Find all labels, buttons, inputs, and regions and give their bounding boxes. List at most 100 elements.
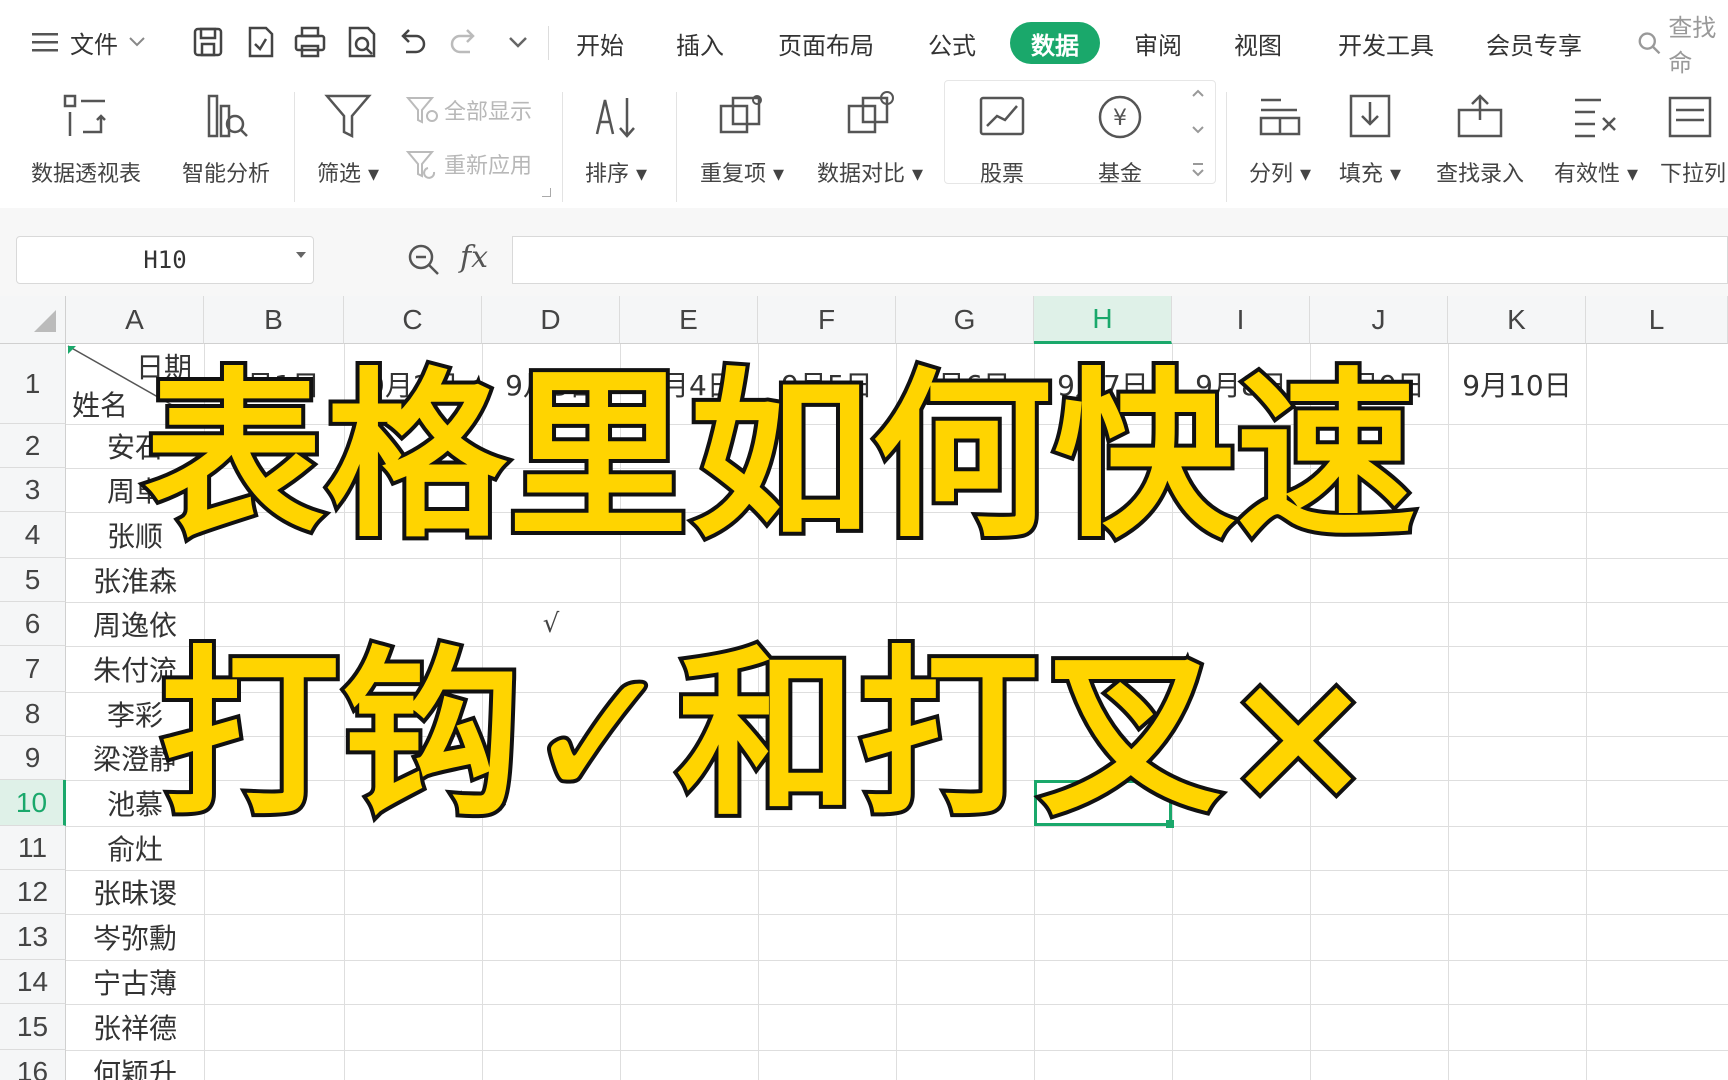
row-header-11[interactable]: 11: [0, 826, 66, 870]
export-pdf-icon[interactable]: [242, 24, 278, 60]
row-header-15[interactable]: 15: [0, 1004, 66, 1050]
name-cell[interactable]: 张淮森: [66, 558, 204, 602]
row-header-4[interactable]: 4: [0, 512, 66, 558]
validity-button[interactable]: 有效性 ▾: [1550, 88, 1642, 188]
ribbon-divider: [676, 92, 677, 202]
tab-label: 开发工具: [1338, 31, 1434, 60]
fill-button[interactable]: 填充 ▾: [1330, 88, 1410, 188]
tab-data[interactable]: 数据: [1010, 22, 1100, 64]
print-preview-icon[interactable]: [344, 24, 380, 60]
sort-label: 排序 ▾: [584, 162, 648, 187]
data-compare-button[interactable]: 数据对比 ▾: [810, 88, 930, 188]
lookup-entry-button[interactable]: 查找录入: [1428, 88, 1532, 188]
row-header-12[interactable]: 12: [0, 870, 66, 914]
column-header-a[interactable]: A: [66, 296, 204, 344]
row-header-5[interactable]: 5: [0, 558, 66, 602]
tab-formulas[interactable]: 公式: [912, 22, 992, 64]
dropdown-list-icon: [1660, 88, 1718, 146]
tab-developer[interactable]: 开发工具: [1326, 22, 1446, 64]
ribbon: 数据透视表 智能分析 筛选 ▾ 全部显示 重新应用 排序 ▾ 重复项 ▾ 数据对…: [0, 80, 1728, 209]
select-all-triangle-icon: [34, 310, 56, 332]
row-header-1[interactable]: 1: [0, 344, 66, 424]
reapply-button[interactable]: 重新应用: [404, 146, 532, 182]
tab-review[interactable]: 审阅: [1118, 22, 1198, 64]
text-to-columns-button[interactable]: 分列 ▾: [1240, 88, 1320, 188]
show-all-button[interactable]: 全部显示: [404, 92, 532, 128]
tab-page-layout[interactable]: 页面布局: [766, 22, 886, 64]
row-header-7[interactable]: 7: [0, 646, 66, 692]
row-header-2[interactable]: 2: [0, 424, 66, 468]
tab-member[interactable]: 会员专享: [1474, 22, 1594, 64]
fund-button[interactable]: ¥ 基金: [1080, 88, 1160, 188]
name-box[interactable]: H10: [16, 236, 314, 284]
row-header-10[interactable]: 10: [0, 780, 66, 826]
validity-label: 有效性 ▾: [1553, 162, 1639, 187]
search-command[interactable]: 查找命: [1636, 14, 1728, 77]
column-header-l[interactable]: L: [1586, 296, 1728, 344]
column-header-e[interactable]: E: [620, 296, 758, 344]
gallery-scroller[interactable]: [1186, 88, 1210, 178]
column-header-k[interactable]: K: [1448, 296, 1586, 344]
smart-analysis-button[interactable]: 智能分析: [174, 88, 278, 188]
stock-label: 股票: [979, 162, 1024, 187]
stock-chart-icon: [973, 88, 1031, 146]
filter-clear-icon: [405, 97, 438, 124]
search-label: 查找命: [1668, 14, 1717, 77]
chevron-down-icon[interactable]: [1191, 125, 1205, 135]
filter-button[interactable]: 筛选 ▾: [308, 88, 388, 188]
undo-icon[interactable]: [394, 24, 430, 60]
name-cell[interactable]: 张祥德: [66, 1004, 204, 1050]
select-all-corner[interactable]: [0, 296, 66, 344]
filter-group-launcher[interactable]: [542, 188, 551, 197]
grid-line: [66, 602, 1728, 603]
row-header-6[interactable]: 6: [0, 602, 66, 646]
name-cell[interactable]: 何颖升: [66, 1050, 204, 1080]
tab-label: 插入: [676, 31, 724, 60]
column-header-c[interactable]: C: [344, 296, 482, 344]
pivot-table-button[interactable]: 数据透视表: [24, 88, 148, 188]
chevron-up-icon[interactable]: [1191, 88, 1205, 98]
duplicates-button[interactable]: 重复项 ▾: [692, 88, 792, 188]
column-header-d[interactable]: D: [482, 296, 620, 344]
column-header-f[interactable]: F: [758, 296, 896, 344]
tab-view[interactable]: 视图: [1218, 22, 1298, 64]
print-icon[interactable]: [292, 24, 328, 60]
dropdown-list-button[interactable]: 下拉列: [1660, 88, 1728, 188]
column-header-j[interactable]: J: [1310, 296, 1448, 344]
row-header-3[interactable]: 3: [0, 468, 66, 512]
insert-function-button[interactable]: fx: [460, 240, 488, 275]
sort-button[interactable]: 排序 ▾: [576, 88, 656, 188]
file-menu-button[interactable]: 文件: [24, 14, 154, 70]
zoom-formula-icon[interactable]: [406, 242, 442, 278]
redo-icon[interactable]: [446, 24, 482, 60]
dropdown-list-label: 下拉列: [1660, 162, 1727, 187]
row-header-14[interactable]: 14: [0, 960, 66, 1004]
name-box-dropdown-icon[interactable]: [296, 252, 306, 258]
name-cell[interactable]: 岑弥勳: [66, 914, 204, 960]
split-label: 分列 ▾: [1248, 162, 1312, 187]
name-cell[interactable]: 张昧谡: [66, 870, 204, 914]
column-header-b[interactable]: B: [204, 296, 344, 344]
data-compare-icon: [841, 88, 899, 146]
name-cell[interactable]: 宁古薄: [66, 960, 204, 1004]
save-icon[interactable]: [190, 24, 226, 60]
row-header-9[interactable]: 9: [0, 736, 66, 780]
date-cell[interactable]: 9月10日: [1448, 344, 1586, 424]
row-header-16[interactable]: 16: [0, 1050, 66, 1080]
smart-analysis-label: 智能分析: [181, 162, 270, 187]
row-header-8[interactable]: 8: [0, 692, 66, 736]
row-header-13[interactable]: 13: [0, 914, 66, 960]
reapply-label: 重新应用: [444, 154, 533, 179]
column-header-h[interactable]: H: [1034, 296, 1172, 344]
pivot-table-icon: [57, 88, 115, 146]
overlay-title-line-1: 表格里如何快速: [140, 353, 1420, 562]
gallery-expand-icon[interactable]: [1191, 162, 1205, 178]
quick-access-more-icon[interactable]: [500, 24, 536, 60]
column-header-g[interactable]: G: [896, 296, 1034, 344]
column-header-i[interactable]: I: [1172, 296, 1310, 344]
stock-button[interactable]: 股票: [962, 88, 1042, 188]
formula-input[interactable]: [512, 236, 1728, 284]
split-columns-icon: [1251, 88, 1309, 146]
tab-insert[interactable]: 插入: [660, 22, 740, 64]
tab-home[interactable]: 开始: [560, 22, 640, 64]
